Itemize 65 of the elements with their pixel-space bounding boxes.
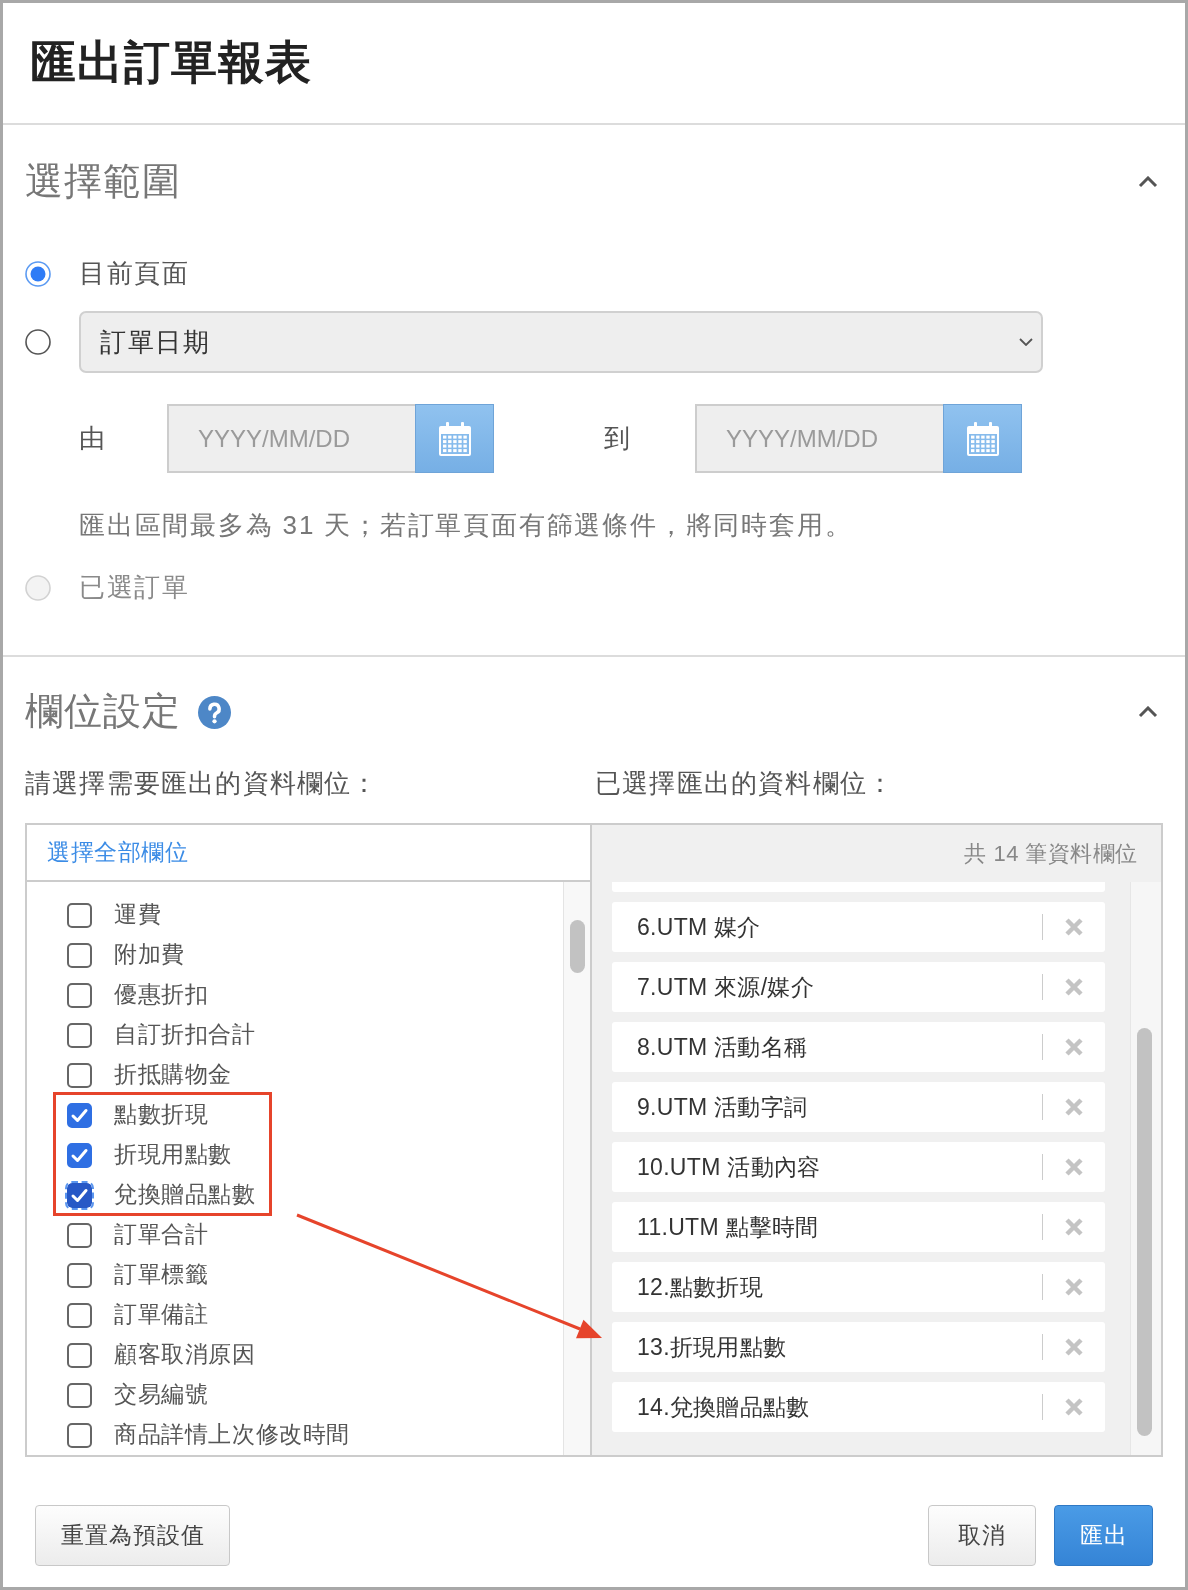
field-label: 交易編號 — [114, 1380, 209, 1410]
hint-text: 匯出區間最多為 31 天；若訂單頁面有篩選條件，將同時套用。 — [79, 509, 854, 542]
field-label: 訂單備註 — [114, 1300, 209, 1330]
checkbox[interactable] — [67, 902, 92, 928]
checkbox[interactable] — [67, 1062, 92, 1088]
field-name: 11.UTM 點擊時間 — [637, 1212, 820, 1242]
scrollbar-thumb[interactable] — [1137, 1028, 1152, 1436]
section-title: 欄位設定 — [25, 689, 181, 735]
checkbox[interactable] — [67, 1022, 92, 1048]
checkbox[interactable] — [67, 1422, 92, 1448]
column-label: 請選擇需要匯出的資料欄位： — [25, 767, 380, 799]
field-name: 6.UTM 媒介 — [637, 912, 762, 942]
checkbox[interactable] — [67, 982, 92, 1008]
field-name: 12.點數折現 — [637, 1272, 765, 1302]
checkbox[interactable] — [67, 1182, 92, 1208]
radio-label: 已選訂單 — [79, 571, 189, 605]
field-label: 訂單標籤 — [114, 1260, 209, 1290]
calendar-button[interactable] — [415, 404, 494, 473]
field-label: 優惠折扣 — [114, 980, 209, 1010]
field-label: 折現用點數 — [114, 1140, 232, 1170]
checkbox[interactable] — [67, 1222, 92, 1248]
chevron-up-icon[interactable] — [1138, 706, 1158, 718]
field-name: 10.UTM 活動內容 — [637, 1152, 822, 1182]
field-name: 8.UTM 活動名稱 — [637, 1032, 809, 1062]
field-label: 商品詳情上次修改時間 — [114, 1420, 350, 1450]
field-label: 到 — [604, 421, 631, 455]
field-name: 7.UTM 來源/媒介 — [637, 972, 816, 1002]
reset-button[interactable]: 重置為預設值 — [35, 1505, 230, 1566]
field-label: 兌換贈品點數 — [114, 1180, 256, 1210]
field-name: 13.折現用點數 — [637, 1332, 788, 1362]
field-label: 訂單合計 — [114, 1220, 209, 1250]
column-label: 已選擇匯出的資料欄位： — [595, 767, 896, 799]
date-field[interactable]: YYYY/MM/DD — [167, 404, 415, 473]
field-label: 折抵購物金 — [114, 1060, 232, 1090]
field-label: 由 — [79, 421, 106, 455]
field-name: 14.兌換贈品點數 — [637, 1392, 811, 1422]
field-name: 9.UTM 活動字詞 — [637, 1092, 809, 1122]
field-label: 附加費 — [114, 940, 185, 970]
help-icon[interactable] — [198, 695, 231, 729]
checkbox[interactable] — [67, 1382, 92, 1408]
calendar-icon — [966, 421, 999, 456]
checkbox[interactable] — [67, 1342, 92, 1368]
field-label: 自訂折扣合計 — [114, 1020, 256, 1050]
checkbox[interactable] — [67, 1142, 92, 1168]
scrollbar-thumb[interactable] — [570, 920, 585, 973]
checkbox[interactable] — [67, 1102, 92, 1128]
calendar-button[interactable] — [943, 404, 1022, 473]
checkbox[interactable] — [67, 1302, 92, 1328]
radio-button[interactable] — [25, 261, 51, 287]
cancel-button[interactable]: 取消 — [928, 1505, 1036, 1566]
chevron-up-icon[interactable] — [1138, 175, 1158, 188]
field-label: 點數折現 — [114, 1100, 209, 1130]
checkbox[interactable] — [67, 942, 92, 968]
radio-button[interactable] — [25, 329, 51, 355]
chevron-down-icon — [1019, 338, 1033, 346]
field-label: 運費 — [114, 900, 162, 930]
date-field[interactable]: YYYY/MM/DD — [695, 404, 943, 473]
calendar-icon — [438, 421, 471, 456]
field-count: 共 14 筆資料欄位 — [964, 839, 1138, 868]
field-label: 顧客取消原因 — [114, 1340, 256, 1370]
dialog-title: 匯出訂單報表 — [30, 35, 312, 91]
radio-label: 目前頁面 — [79, 257, 189, 291]
dropdown[interactable]: 訂單日期 — [79, 311, 1043, 373]
checkbox[interactable] — [67, 1262, 92, 1288]
section-title: 選擇範圍 — [25, 158, 181, 204]
